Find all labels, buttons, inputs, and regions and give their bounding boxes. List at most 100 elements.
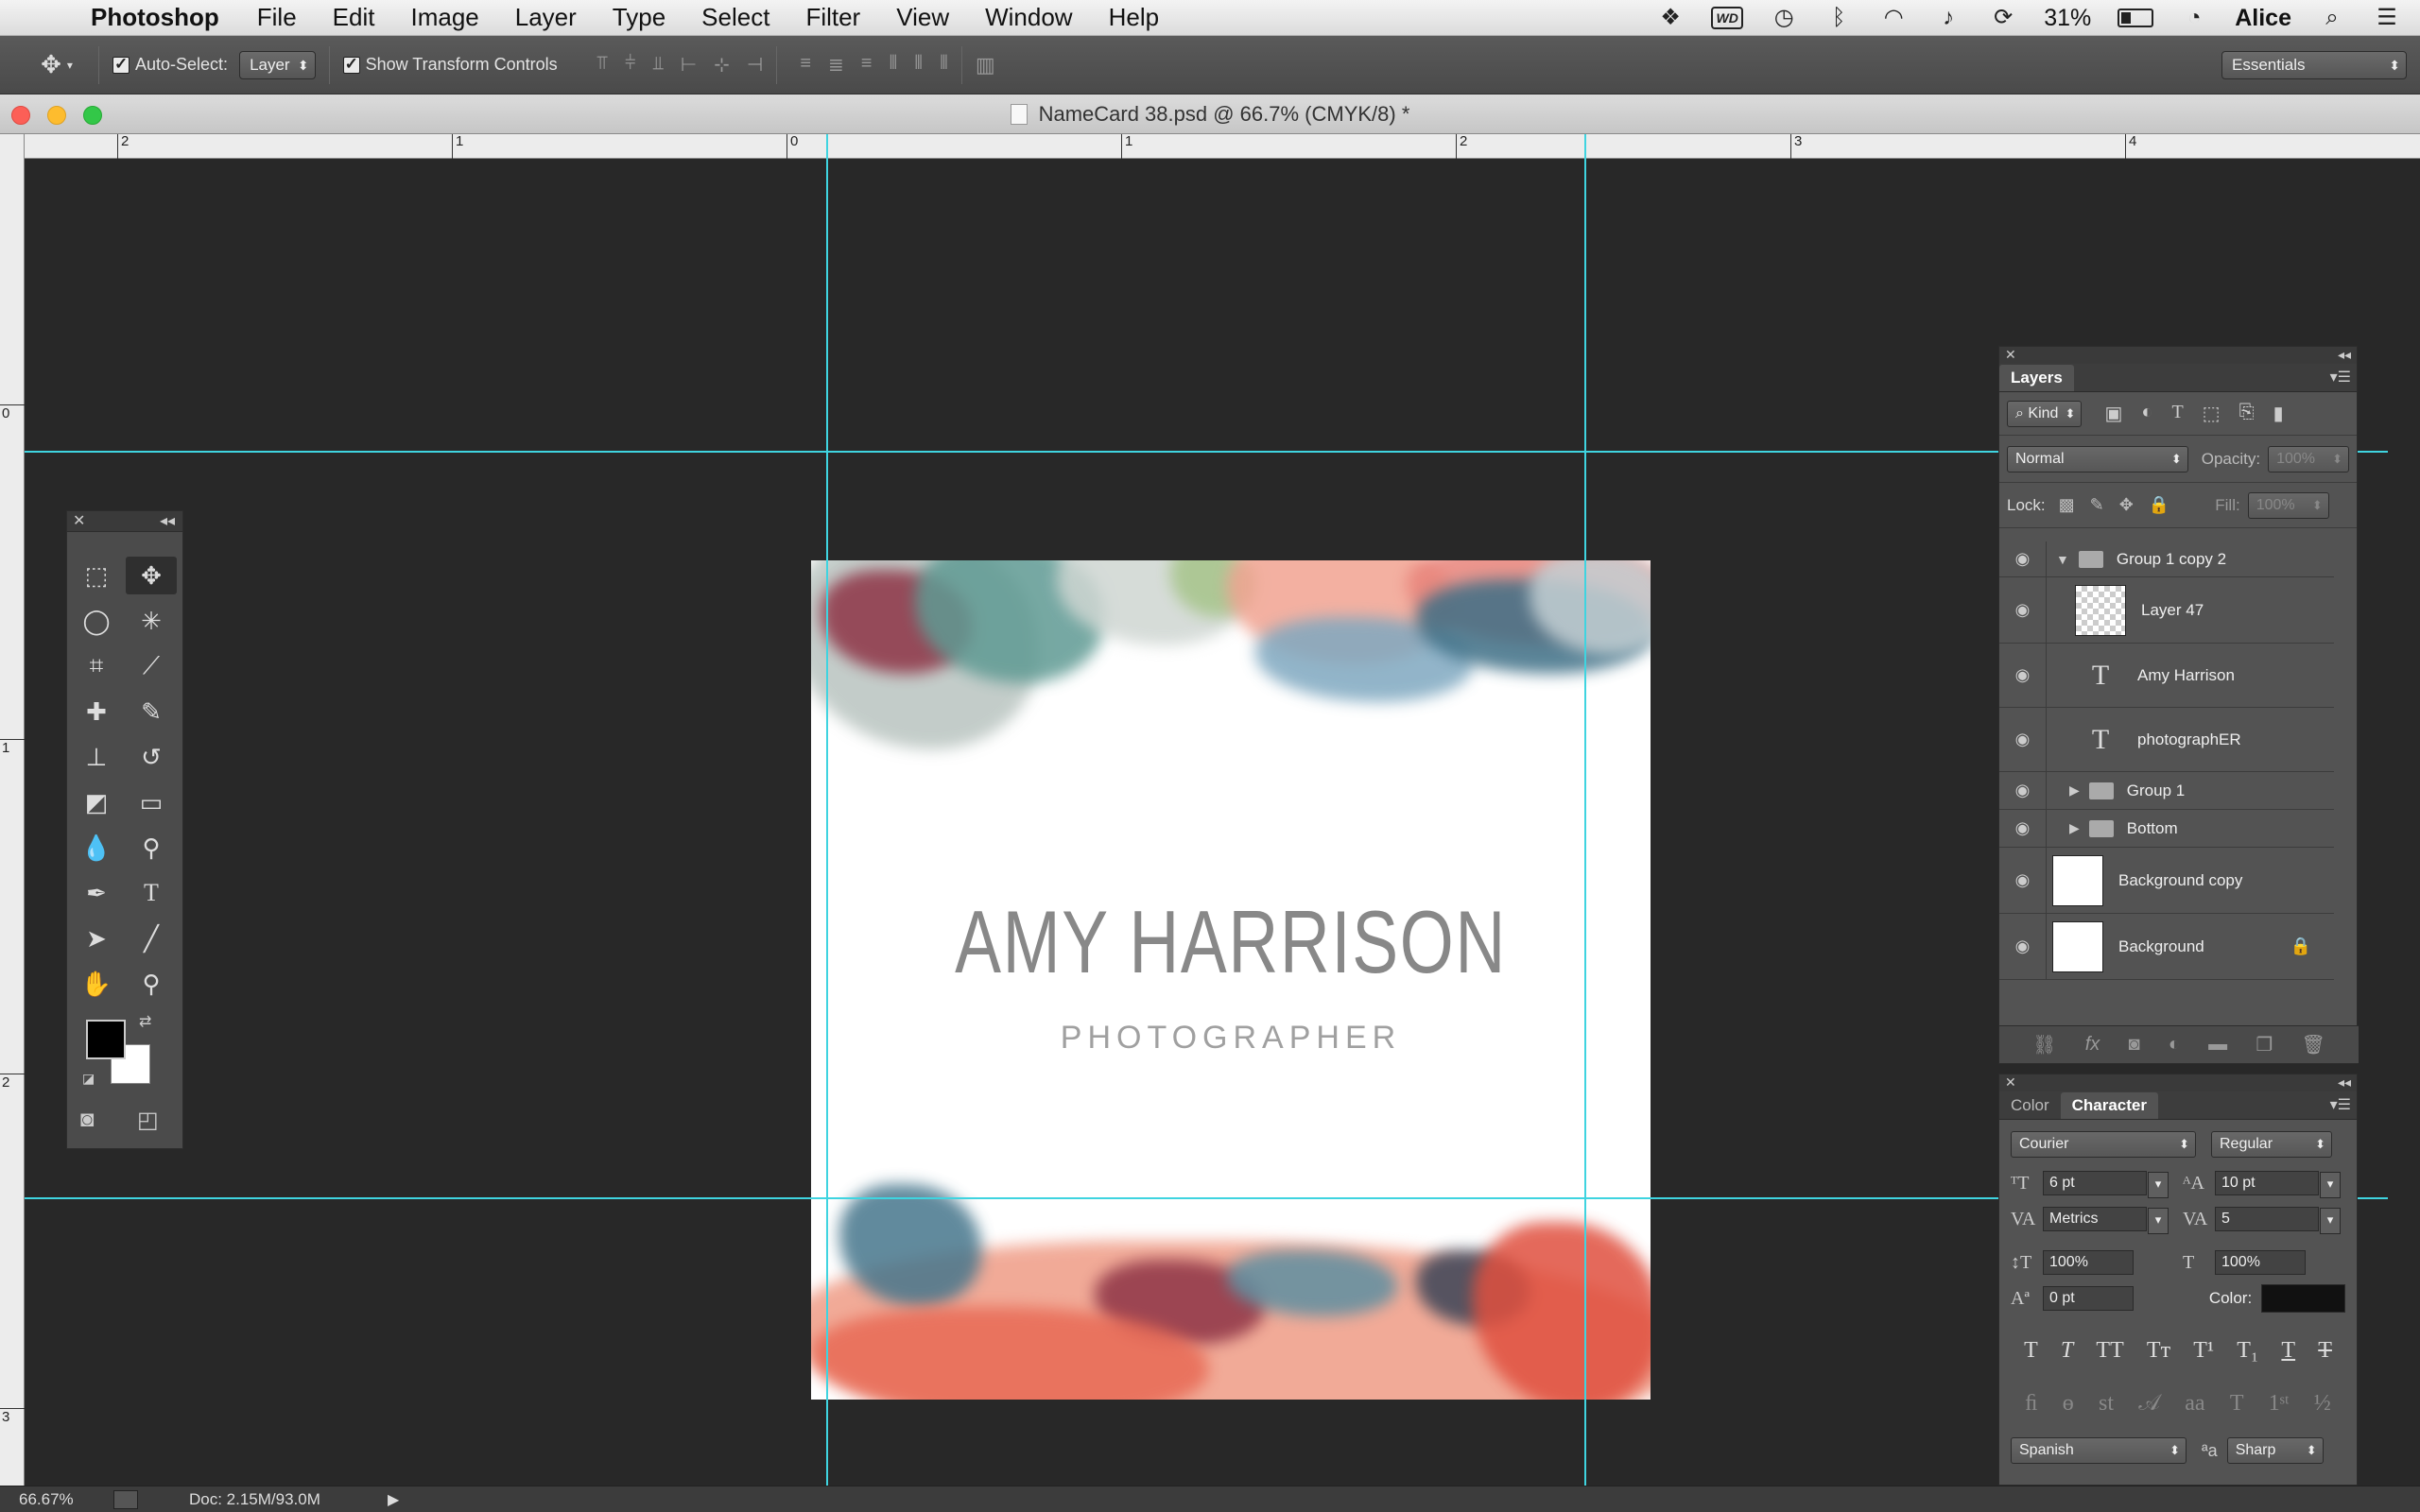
menu-layer[interactable]: Layer [515, 3, 577, 32]
lock-image-icon[interactable]: ✎ [2090, 495, 2104, 515]
move-tool-preset-picker[interactable]: ✥ ▾ [28, 46, 85, 84]
menu-type[interactable]: Type [613, 3, 666, 32]
lasso-tool[interactable]: ◯ [71, 602, 122, 640]
apple-icon[interactable] [34, 6, 59, 30]
filter-toggle-icon[interactable]: ▮ [2273, 402, 2284, 425]
antialias-dropdown[interactable]: Sharp [2226, 1437, 2324, 1464]
clone-stamp-tool[interactable]: ⊥ [71, 738, 122, 776]
align-vcenter-icon[interactable]: ⫩ [625, 53, 635, 77]
close-icon[interactable]: ✕ [2005, 347, 2016, 363]
lock-all-icon[interactable]: 🔒 [2149, 495, 2169, 515]
marquee-tool[interactable]: ⬚ [71, 557, 122, 594]
default-colors-icon[interactable]: ◪ [82, 1071, 95, 1087]
screen-mode-icon[interactable]: ◰ [137, 1107, 159, 1134]
fill-field[interactable]: 100% [2247, 491, 2329, 519]
faux-bold-icon[interactable]: T [2024, 1338, 2038, 1364]
collapse-icon[interactable]: ◂◂ [2338, 1074, 2351, 1091]
layer-row[interactable]: ◉ Background 🔒 [1999, 914, 2334, 980]
eye-icon[interactable]: ◉ [1999, 577, 2047, 643]
auto-select-dropdown[interactable]: Layer [239, 50, 316, 79]
eye-icon[interactable]: ◉ [1999, 914, 2047, 979]
menu-view[interactable]: View [896, 3, 949, 32]
foreground-color-swatch[interactable] [86, 1020, 126, 1059]
line-tool[interactable]: ╱ [126, 919, 177, 957]
panel-menu-icon[interactable]: ▾☰ [2330, 368, 2351, 387]
brush-tool[interactable]: ✎ [126, 693, 177, 730]
swash-icon[interactable]: 𝒜 [2138, 1391, 2160, 1417]
opacity-field[interactable]: 100% [2268, 445, 2349, 472]
smart-object-filter-icon[interactable]: ⎘ [2239, 402, 2255, 425]
dodge-tool[interactable]: ⚲ [126, 829, 177, 867]
user-name[interactable]: Alice [2235, 5, 2291, 32]
lock-transparent-icon[interactable]: ▩ [2059, 495, 2075, 515]
trash-icon[interactable]: 🗑 [2302, 1033, 2325, 1057]
align-hcenter-icon[interactable]: ⊹ [714, 53, 730, 77]
titling-alternates-icon[interactable]: T [2230, 1391, 2244, 1417]
distribute-hcenter-icon[interactable]: ⦀ [914, 53, 923, 77]
lock-icon[interactable]: 🔒 [2290, 936, 2311, 956]
distribute-vcenter-icon[interactable]: ≣ [828, 53, 844, 77]
leading-field[interactable]: 10 pt [2215, 1171, 2341, 1198]
guide-vertical[interactable] [826, 134, 828, 1486]
history-brush-tool[interactable]: ↺ [126, 738, 177, 776]
align-top-icon[interactable]: ⫪ [597, 53, 608, 77]
layer-row[interactable]: ◉ ▼ Group 1 copy 2 [1999, 541, 2334, 577]
volume-icon[interactable]: ♪ [1934, 6, 1962, 30]
collapse-icon[interactable]: ◂◂ [2338, 347, 2351, 363]
clock-icon[interactable]: ◔ [2180, 6, 2208, 30]
magic-wand-tool[interactable]: ✳ [126, 602, 177, 640]
small-caps-icon[interactable]: Tт [2147, 1338, 2170, 1364]
ordinals-icon[interactable]: 1ˢᵗ [2269, 1391, 2290, 1417]
minimize-window-button[interactable] [47, 106, 66, 125]
strikethrough-icon[interactable]: T [2318, 1338, 2332, 1364]
font-style-dropdown[interactable]: Regular [2211, 1131, 2332, 1158]
vertical-ruler[interactable]: 0 1 2 3 [0, 134, 25, 1486]
menu-help[interactable]: Help [1109, 3, 1159, 32]
distribute-top-icon[interactable]: ≡ [800, 53, 811, 77]
kind-filter-dropdown[interactable]: ⌕ Kind [2007, 400, 2083, 427]
subscript-icon[interactable]: T₁ [2237, 1338, 2258, 1364]
vertical-scale-field[interactable]: 100% [2043, 1250, 2134, 1275]
character-panel-header[interactable]: ✕ ◂◂ [1999, 1074, 2357, 1091]
menu-select[interactable]: Select [701, 3, 769, 32]
status-menu-arrow-icon[interactable]: ▶ [388, 1490, 399, 1509]
layer-row[interactable]: ◉ Layer 47 [1999, 577, 2334, 644]
underline-icon[interactable]: T [2281, 1338, 2295, 1364]
lock-position-icon[interactable]: ✥ [2119, 495, 2134, 515]
battery-icon[interactable] [2118, 9, 2154, 27]
type-filter-icon[interactable]: T [2171, 402, 2183, 425]
eye-icon[interactable]: ◉ [1999, 708, 2047, 771]
eraser-tool[interactable]: ◩ [71, 783, 122, 821]
proof-setup-icon[interactable] [113, 1489, 138, 1509]
horizontal-ruler[interactable]: 2 1 0 1 2 3 4 [25, 134, 2420, 159]
fractions-icon[interactable]: ½ [2314, 1391, 2331, 1417]
close-icon[interactable]: ✕ [73, 511, 85, 530]
crop-tool[interactable]: ⌗ [71, 647, 122, 685]
battery-percent[interactable]: 31% [2044, 5, 2091, 32]
workspace-switcher[interactable]: Essentials [2221, 51, 2407, 79]
menu-file[interactable]: File [257, 3, 297, 32]
adjustment-layer-icon[interactable]: ◐ [2169, 1034, 2180, 1056]
blur-tool[interactable]: 💧 [71, 829, 122, 867]
contextual-alternates-icon[interactable]: ɵ [2063, 1391, 2074, 1417]
eye-icon[interactable]: ◉ [1999, 848, 2047, 913]
faux-italic-icon[interactable]: T [2061, 1338, 2073, 1364]
close-icon[interactable]: ✕ [2005, 1074, 2016, 1091]
path-selection-tool[interactable]: ➤ [71, 919, 122, 957]
discretionary-ligatures-icon[interactable]: st [2099, 1391, 2114, 1417]
distribute-right-icon[interactable]: ⦀ [940, 53, 948, 77]
new-layer-icon[interactable]: ❐ [2256, 1033, 2273, 1057]
menu-edit[interactable]: Edit [333, 3, 375, 32]
tools-panel-header[interactable]: ✕ ◂◂ [67, 511, 182, 532]
collapse-icon[interactable]: ◂◂ [160, 511, 175, 530]
wd-icon[interactable]: WD [1711, 7, 1744, 29]
zoom-level[interactable]: 66.67% [0, 1490, 104, 1509]
layer-row[interactable]: ◉ ▶ Group 1 [1999, 772, 2334, 810]
baseline-shift-field[interactable]: 0 pt [2043, 1286, 2134, 1311]
tab-layers[interactable]: Layers [1999, 365, 2074, 391]
name-card-artboard[interactable]: AMY HARRISON PHOTOGRAPHER [811, 560, 1651, 1400]
eye-icon[interactable]: ◉ [1999, 810, 2047, 847]
dropbox-icon[interactable]: ❖ [1656, 6, 1685, 30]
menu-filter[interactable]: Filter [805, 3, 860, 32]
superscript-icon[interactable]: T¹ [2193, 1338, 2214, 1364]
